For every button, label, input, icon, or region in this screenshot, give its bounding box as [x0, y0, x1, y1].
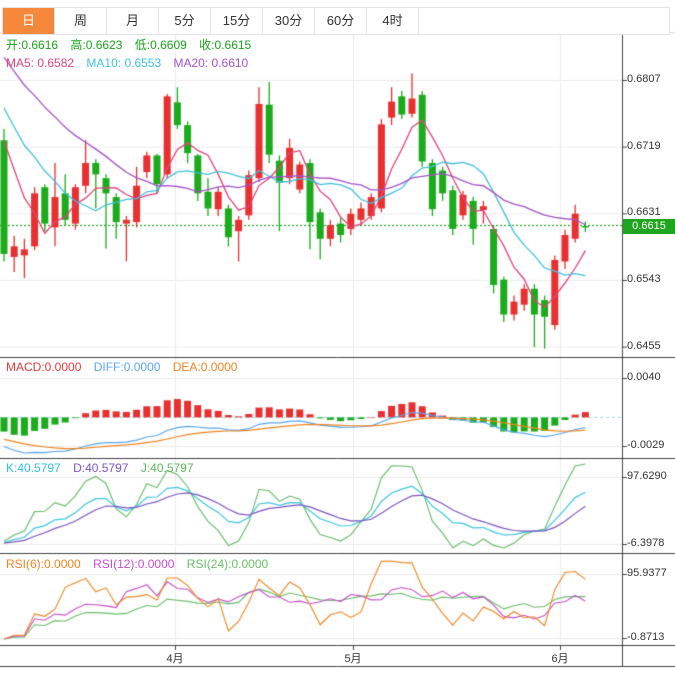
ohlc-readout: 开:0.6616 高:0.6623 低:0.6609 收:0.6615 [6, 36, 260, 53]
tab-15min[interactable]: 15分 [211, 8, 263, 34]
price-axis-tick-5: 0.6455 [627, 340, 661, 352]
tab-month[interactable]: 月 [107, 8, 159, 34]
ma5-value: 0.6582 [37, 56, 75, 70]
x-axis-month-june: 6月 [551, 653, 569, 665]
current-price-badge: 0.6615 [623, 219, 675, 234]
high-value: 0.6623 [85, 38, 123, 52]
rsi6-label: RSI(6): [6, 557, 45, 571]
ma10-value: 0.6553 [124, 56, 162, 70]
dea-label: DEA: [172, 360, 201, 374]
price-axis-tick-4: 0.6543 [627, 273, 661, 285]
rsi12-value: 0.0000 [137, 557, 175, 571]
kdj-readout: K:40.5797 D:40.5797 J:40.5797 [6, 461, 203, 475]
open-label: 开: [6, 38, 22, 52]
ma-readout: MA5: 0.6582 MA10: 0.6553 MA20: 0.6610 [6, 56, 257, 70]
macd-value: 0.0000 [44, 360, 82, 374]
macd-label: MACD: [6, 360, 45, 374]
x-axis-month-april: 4月 [166, 653, 184, 665]
rsi24-value: 0.0000 [231, 557, 269, 571]
d-value: 40.5797 [85, 461, 129, 475]
ma10-label: MA10: [86, 56, 122, 70]
tab-5min[interactable]: 5分 [159, 8, 211, 34]
kdj-axis-tick-1: 97.6290 [627, 470, 667, 482]
timeframe-tabbar: 日 周 月 5分 15分 30分 60分 4时 [2, 7, 670, 35]
macd-readout: MACD:0.0000 DIFF:0.0000 DEA:0.0000 [6, 360, 246, 374]
diff-value: 0.0000 [123, 360, 161, 374]
dea-value: 0.0000 [200, 360, 238, 374]
tab-day[interactable]: 日 [3, 8, 55, 34]
rsi-readout: RSI(6):0.0000 RSI(12):0.0000 RSI(24):0.0… [6, 557, 277, 571]
price-axis-tick-3: 0.6631 [627, 206, 661, 218]
close-value: 0.6615 [214, 38, 252, 52]
ma20-label: MA20: [173, 56, 209, 70]
tab-4hour[interactable]: 4时 [367, 8, 419, 34]
high-label: 高: [70, 38, 86, 52]
diff-label: DIFF: [93, 360, 124, 374]
d-label: D: [73, 461, 86, 475]
j-label: J: [140, 461, 151, 475]
j-value: 40.5797 [150, 461, 194, 475]
trading-chart-app: 日 周 月 5分 15分 30分 60分 4时 开:0.6616 高:0.662… [0, 0, 675, 673]
macd-axis-tick-2: -0.0029 [627, 439, 665, 451]
tab-week[interactable]: 周 [55, 8, 107, 34]
rsi12-label: RSI(12): [93, 557, 138, 571]
price-axis-tick-2: 0.6719 [627, 140, 661, 152]
low-label: 低: [134, 38, 151, 52]
rsi-axis-tick-2: -0.8713 [627, 631, 665, 643]
tab-60min[interactable]: 60分 [315, 8, 367, 34]
x-axis-month-may: 5月 [344, 653, 362, 665]
tab-30min[interactable]: 30分 [263, 8, 315, 34]
ma5-label: MA5: [6, 56, 35, 70]
k-value: 40.5797 [17, 461, 61, 475]
rsi24-label: RSI(24): [186, 557, 232, 571]
k-label: K: [6, 461, 18, 475]
close-label: 收: [199, 38, 215, 52]
price-axis-tick-1: 0.6807 [627, 73, 661, 85]
tabbar-filler [419, 8, 670, 34]
open-value: 0.6616 [21, 38, 59, 52]
rsi6-value: 0.0000 [44, 557, 81, 571]
kdj-axis-tick-2: -6.3978 [627, 537, 665, 549]
rsi-axis-tick-1: 95.9377 [627, 567, 667, 579]
macd-axis-tick-1: 0.0040 [627, 371, 661, 383]
ma20-value: 0.6610 [211, 56, 249, 70]
candlestick-chart-canvas[interactable] [0, 0, 675, 673]
low-value: 0.6609 [150, 38, 187, 52]
